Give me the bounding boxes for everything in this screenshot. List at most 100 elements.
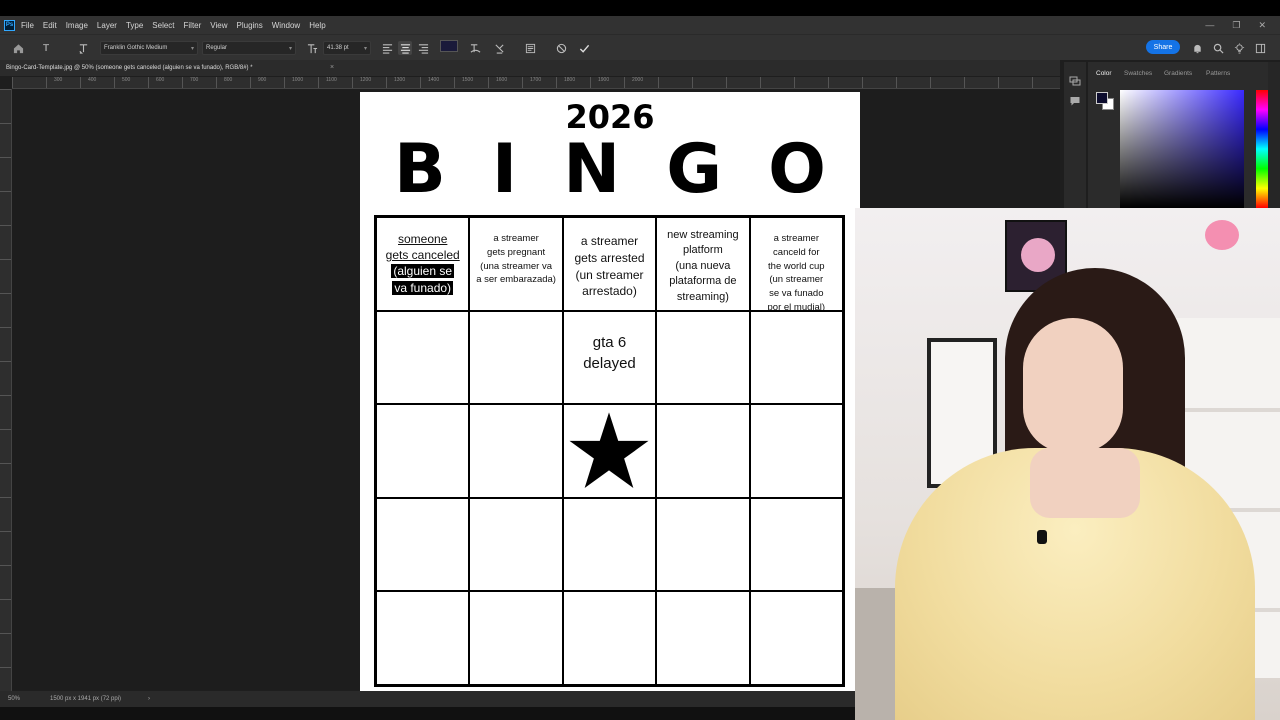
text-color-swatch[interactable] (440, 40, 458, 52)
cell-line: gets arrested (574, 250, 645, 265)
font-size-select[interactable]: 41.38 pt ▾ (323, 41, 371, 55)
menu-layer[interactable]: Layer (97, 21, 117, 30)
chevron-right-icon[interactable]: › (148, 691, 150, 707)
menu-window[interactable]: Window (272, 21, 300, 30)
font-family-select[interactable]: Franklin Gothic Medium ▾ (100, 41, 198, 55)
bingo-cell-r5c4[interactable] (656, 591, 750, 685)
tab-patterns[interactable]: Patterns (1206, 70, 1230, 77)
bingo-cell-r5c5[interactable] (749, 591, 843, 685)
close-tab-icon[interactable]: × (330, 60, 334, 76)
minimize-icon[interactable]: — (1205, 20, 1214, 30)
bingo-cell-r1c4[interactable]: new streaming platform (una nueva plataf… (656, 217, 750, 311)
document-tab[interactable]: Bingo-Card-Template.jpg @ 50% (someone g… (6, 60, 253, 76)
cell-text: a streamer gets pregnant (una streamer v… (476, 232, 556, 287)
menu-select[interactable]: Select (152, 21, 174, 30)
bingo-free-cell[interactable] (562, 404, 657, 498)
bingo-cell-r5c3[interactable] (562, 591, 657, 685)
bingo-title: B I N G O (376, 130, 844, 210)
bingo-cell-r2c4[interactable] (656, 310, 750, 405)
ruler-tick-label: 700 (190, 77, 199, 83)
ruler-tick-label: 1900 (598, 77, 610, 83)
bingo-card-document[interactable]: 2026 B I N G O someone gets canceled (al… (360, 92, 860, 693)
hue-slider[interactable] (1256, 90, 1268, 208)
bingo-letter-n: N (563, 130, 621, 209)
vertical-ruler[interactable] (0, 89, 12, 691)
bell-icon[interactable] (1190, 41, 1204, 55)
bingo-cell-r1c3[interactable]: a streamer gets arrested (un streamer ar… (562, 217, 657, 311)
bingo-cell-r4c1[interactable] (376, 497, 470, 592)
menu-filter[interactable]: Filter (184, 21, 202, 30)
horizontal-ruler[interactable]: 300 400 500 600 700 800 900 1000 1100 1200 1300 140… (12, 77, 1060, 89)
cell-line: a streamer (580, 234, 639, 248)
menu-plugins[interactable]: Plugins (237, 21, 263, 30)
color-picker-field[interactable] (1120, 90, 1244, 232)
top-border (0, 0, 1280, 16)
photoshop-logo-icon: Ps (4, 19, 15, 31)
bingo-cell-r2c5[interactable] (749, 310, 843, 405)
bingo-cell-r1c1[interactable]: someone gets canceled (alguien se va fun… (376, 217, 470, 311)
close-icon[interactable]: ✕ (1258, 20, 1266, 31)
menu-type[interactable]: Type (126, 21, 143, 30)
restore-icon[interactable]: ❐ (1232, 20, 1240, 31)
bingo-grid: someone gets canceled (alguien se va fun… (374, 215, 845, 687)
ruler-tick-label: 1800 (564, 77, 576, 83)
cancel-edit-icon[interactable] (554, 41, 568, 55)
commit-edit-icon[interactable] (577, 41, 591, 55)
cell-line: (una nueva (675, 259, 731, 272)
bingo-letter-g: G (666, 130, 723, 209)
workspace-icon[interactable] (1253, 41, 1267, 55)
lightbulb-icon[interactable] (1232, 41, 1246, 55)
text-3d-icon[interactable] (492, 41, 506, 55)
ruler-tick-label: 1500 (462, 77, 474, 83)
bingo-cell-r1c2[interactable]: a streamer gets pregnant (una streamer v… (469, 217, 563, 311)
foreground-color-swatch[interactable] (1096, 92, 1108, 104)
warp-text-icon[interactable] (468, 41, 482, 55)
comments-icon[interactable] (1069, 94, 1081, 112)
bingo-cell-r2c1[interactable] (376, 310, 470, 405)
share-button[interactable]: Share (1146, 40, 1180, 54)
search-icon[interactable] (1211, 41, 1225, 55)
cell-text: new streaming platform (una nueva plataf… (667, 228, 739, 305)
bingo-cell-r5c2[interactable] (469, 591, 563, 685)
type-tool-icon[interactable]: T (39, 41, 53, 55)
bingo-cell-r3c2[interactable] (469, 404, 563, 498)
zoom-level[interactable]: 50% (8, 691, 20, 707)
align-right-icon[interactable] (416, 41, 430, 55)
tab-gradients[interactable]: Gradients (1164, 70, 1192, 77)
character-panel-icon[interactable] (523, 41, 537, 55)
home-icon[interactable] (11, 41, 25, 55)
menu-image[interactable]: Image (66, 21, 88, 30)
photoshop-window: Ps File Edit Image Layer Type Select Fil… (0, 0, 1280, 720)
ruler-tick-label: 1000 (292, 77, 304, 83)
font-family-value: Franklin Gothic Medium (104, 45, 168, 51)
history-icon[interactable] (1069, 74, 1081, 92)
menu-edit[interactable]: Edit (43, 21, 57, 30)
menu-view[interactable]: View (210, 21, 227, 30)
bingo-cell-r4c5[interactable] (749, 497, 843, 592)
webcam-person-shoulders (1030, 448, 1140, 518)
align-center-icon[interactable] (398, 41, 412, 55)
bingo-cell-r3c5[interactable] (749, 404, 843, 498)
bingo-cell-r4c3[interactable] (562, 497, 657, 592)
webcam-person-face (1023, 318, 1123, 453)
font-style-select[interactable]: Regular ▾ (202, 41, 296, 55)
bingo-cell-r2c2[interactable] (469, 310, 563, 405)
tab-color[interactable]: Color (1096, 70, 1112, 77)
bingo-cell-r3c4[interactable] (656, 404, 750, 498)
tab-swatches[interactable]: Swatches (1124, 70, 1152, 77)
bingo-cell-r4c2[interactable] (469, 497, 563, 592)
cell-line: (una streamer va (480, 260, 552, 272)
menu-file[interactable]: File (21, 21, 34, 30)
cell-line: arrestado) (582, 284, 637, 299)
bingo-cell-r1c5[interactable]: a streamer canceld for the world cup (un… (749, 217, 843, 311)
cell-line: se va funado (769, 288, 824, 300)
options-bar: T Franklin Gothic Medium ▾ Regular ▾ 41.… (0, 34, 1280, 60)
bingo-cell-r3c1[interactable] (376, 404, 470, 498)
panel-scrollbar[interactable] (1268, 62, 1280, 212)
menu-help[interactable]: Help (309, 21, 325, 30)
text-orientation-icon[interactable] (76, 41, 90, 55)
bingo-cell-r4c4[interactable] (656, 497, 750, 592)
bingo-cell-r2c3[interactable]: gta 6 delayed (562, 310, 657, 405)
bingo-cell-r5c1[interactable] (376, 591, 470, 685)
align-left-icon[interactable] (380, 41, 394, 55)
